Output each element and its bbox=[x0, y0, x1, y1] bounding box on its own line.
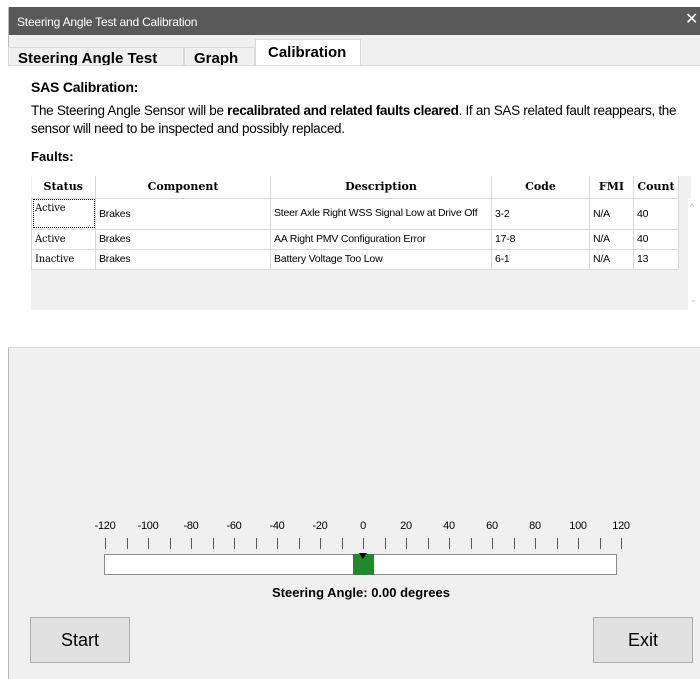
scale-tick-label: 100 bbox=[569, 520, 587, 532]
scale-minor-tick bbox=[169, 538, 171, 549]
scale-tick bbox=[105, 538, 106, 549]
code-cell[interactable]: 3-2 bbox=[491, 197, 590, 230]
scale-tick-label: 20 bbox=[400, 520, 412, 532]
scale-tick bbox=[234, 538, 235, 549]
scale-tick-label: -80 bbox=[183, 520, 199, 532]
count-cell[interactable]: 40 bbox=[633, 228, 679, 250]
scale-tick-label: -40 bbox=[269, 520, 285, 532]
scale-tick bbox=[363, 538, 364, 549]
sas-calibration-heading: SAS Calibration: bbox=[31, 79, 139, 95]
component-cell[interactable]: Brakes bbox=[95, 248, 271, 270]
scale-minor-tick bbox=[470, 538, 472, 549]
status-cell[interactable]: Active bbox=[31, 228, 96, 250]
description-text: The Steering Angle Sensor will be bbox=[31, 103, 228, 118]
scale-tick-label: -100 bbox=[137, 520, 159, 532]
scale-tick-label: 40 bbox=[443, 520, 455, 532]
title-bar: Steering Angle Test and Calibration ✕ bbox=[9, 7, 700, 35]
fmi-cell[interactable]: N/A bbox=[589, 197, 634, 230]
description-cell[interactable]: Steer Axle Right WSS Signal Low at Drive… bbox=[270, 197, 492, 230]
close-icon[interactable]: ✕ bbox=[685, 10, 699, 30]
scale-minor-tick bbox=[427, 538, 429, 549]
scroll-down-icon[interactable]: ⌄ bbox=[690, 294, 698, 305]
faults-heading: Faults: bbox=[31, 149, 74, 164]
scale-tick-label: 0 bbox=[360, 520, 366, 532]
scale-tick bbox=[191, 538, 192, 549]
scale-tick bbox=[320, 538, 321, 549]
description-cell[interactable]: Battery Voltage Too Low bbox=[270, 248, 492, 270]
scale-tick-label: -60 bbox=[226, 520, 242, 532]
count-cell[interactable]: 40 bbox=[633, 197, 679, 230]
scale-minor-tick bbox=[513, 538, 515, 549]
count-cell[interactable]: 13 bbox=[633, 248, 679, 270]
scale-minor-tick bbox=[298, 538, 300, 549]
scroll-up-icon[interactable]: ^ bbox=[690, 202, 694, 212]
scale-tick bbox=[449, 538, 450, 549]
scale-minor-tick bbox=[556, 538, 558, 549]
column-header[interactable]: Count bbox=[633, 176, 679, 199]
code-cell[interactable]: 6-1 bbox=[491, 248, 590, 270]
exit-button[interactable]: Exit bbox=[593, 617, 693, 663]
component-cell[interactable]: Brakes bbox=[95, 197, 271, 230]
scale-tick-label: 80 bbox=[529, 520, 541, 532]
column-header[interactable]: Component bbox=[95, 176, 271, 199]
column-header[interactable]: Description bbox=[270, 176, 492, 199]
fmi-cell[interactable]: N/A bbox=[589, 248, 634, 270]
description-cell[interactable]: AA Right PMV Configuration Error bbox=[270, 228, 492, 250]
scale-tick-label: -120 bbox=[94, 520, 116, 532]
scale-tick bbox=[148, 538, 149, 549]
scale-tick bbox=[578, 538, 579, 549]
scale-tick bbox=[492, 538, 493, 549]
steering-angle-readout: Steering Angle: 0.00 degrees bbox=[272, 585, 450, 600]
scale-minor-tick bbox=[384, 538, 386, 549]
window-title: Steering Angle Test and Calibration bbox=[17, 15, 198, 29]
scale-minor-tick bbox=[255, 538, 257, 549]
scale-tick bbox=[535, 538, 536, 549]
start-button[interactable]: Start bbox=[30, 617, 130, 663]
scale-minor-tick bbox=[212, 538, 214, 549]
scale-minor-tick bbox=[126, 538, 128, 549]
table-row[interactable]: Active Brakes AA Right PMV Configuration… bbox=[31, 228, 679, 250]
column-header[interactable]: FMI bbox=[589, 176, 634, 199]
fmi-cell[interactable]: N/A bbox=[589, 228, 634, 250]
scale-tick bbox=[621, 538, 622, 549]
faults-table: Status Component Description Code FMI Co… bbox=[31, 176, 679, 270]
scale-tick-label: 120 bbox=[612, 520, 630, 532]
tab-label: Calibration bbox=[268, 44, 347, 61]
status-cell[interactable]: Inactive bbox=[31, 248, 96, 270]
scale-tick-label: -20 bbox=[312, 520, 328, 532]
description-emphasis: recalibrated and related faults cleared bbox=[227, 103, 459, 118]
scale-tick bbox=[406, 538, 407, 549]
table-row[interactable]: Inactive Brakes Battery Voltage Too Low … bbox=[31, 248, 679, 270]
status-cell[interactable]: Active bbox=[31, 197, 96, 230]
scale-tick-label: 60 bbox=[486, 520, 498, 532]
table-header-row: Status Component Description Code FMI Co… bbox=[31, 176, 679, 199]
scale-minor-tick bbox=[341, 538, 343, 549]
table-row[interactable]: Active Brakes Steer Axle Right WSS Signa… bbox=[31, 197, 679, 230]
column-header[interactable]: Status bbox=[31, 176, 96, 199]
component-cell[interactable]: Brakes bbox=[95, 228, 271, 250]
code-cell[interactable]: 17-8 bbox=[491, 228, 590, 250]
scale-minor-tick bbox=[599, 538, 601, 549]
faults-grid: Status Component Description Code FMI Co… bbox=[31, 176, 691, 310]
column-header[interactable]: Code bbox=[491, 176, 590, 199]
calibration-description: The Steering Angle Sensor will be recali… bbox=[31, 102, 691, 138]
scale-tick bbox=[277, 538, 278, 549]
table-scrollbar[interactable]: ^ ⌄ bbox=[688, 198, 700, 310]
center-marker-icon bbox=[359, 553, 367, 559]
